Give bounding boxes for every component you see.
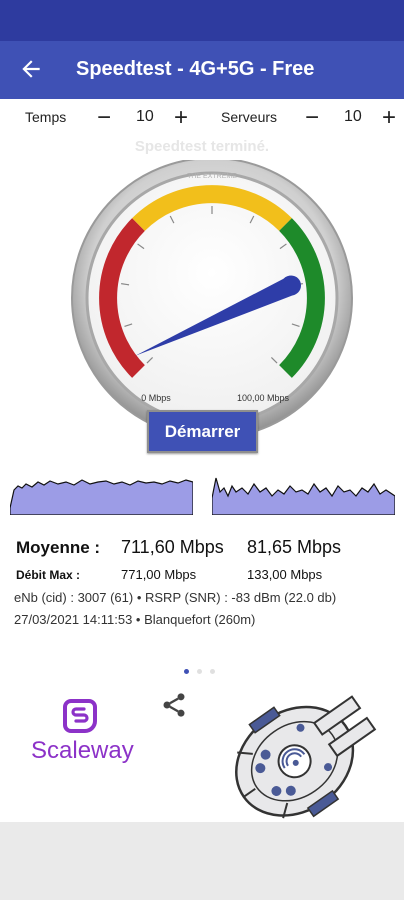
cell-info: eNb (cid) : 3007 (61) • RSRP (SNR) : -83… — [14, 590, 337, 605]
upload-series — [212, 477, 395, 515]
arrow-left-icon[interactable] — [18, 56, 44, 82]
time-increase-button[interactable]: + — [174, 106, 188, 130]
speed-gauge: THE EXTREME 0 Mbps 100,00 Mbps — [71, 160, 353, 439]
app-bar: Speedtest - 4G+5G - Free — [0, 41, 404, 99]
download-series — [10, 479, 193, 515]
servers-value: 10 — [344, 108, 362, 125]
page-title: Speedtest - 4G+5G - Free — [76, 58, 315, 80]
max-download: 771,00 Mbps — [121, 567, 197, 582]
time-value: 10 — [136, 108, 154, 125]
servers-decrease-button[interactable]: − — [305, 106, 319, 130]
time-location: 27/03/2021 14:11:53 • Blanquefort (260m) — [14, 612, 256, 627]
average-upload: 81,65 Mbps — [247, 537, 342, 557]
sponsor-name[interactable]: Scaleway — [31, 737, 134, 765]
share-icon[interactable] — [160, 690, 188, 720]
gauge-needle-tip — [281, 275, 302, 296]
page-indicator — [184, 661, 223, 679]
upload-graph — [212, 477, 395, 515]
servers-label: Serveurs — [221, 109, 278, 125]
average-download: 711,60 Mbps — [121, 537, 224, 557]
page-dot[interactable] — [197, 669, 202, 674]
test-settings: Temps − 10 + Serveurs − 10 + — [0, 104, 404, 132]
spaceship-icon — [235, 695, 377, 819]
time-decrease-button[interactable]: − — [97, 106, 111, 130]
test-status: Speedtest terminé. — [134, 138, 270, 155]
max-upload: 133,00 Mbps — [247, 567, 323, 582]
page-dot-active[interactable] — [184, 669, 189, 674]
servers-increase-button[interactable]: + — [382, 106, 396, 130]
average-label: Moyenne : — [16, 538, 101, 557]
gauge-min-label: 0 Mbps — [141, 393, 171, 403]
gauge-brand: THE EXTREME — [187, 173, 237, 180]
max-label: Débit Max : — [16, 568, 81, 582]
status-bar — [0, 0, 404, 41]
page-dot[interactable] — [210, 669, 215, 674]
start-button[interactable]: Démarrer — [147, 410, 258, 453]
download-graph — [10, 479, 193, 515]
footer-bar — [0, 822, 404, 900]
time-label: Temps — [25, 109, 67, 125]
scaleway-logo-icon — [63, 699, 97, 733]
gauge-max-label: 100,00 Mbps — [237, 393, 290, 403]
